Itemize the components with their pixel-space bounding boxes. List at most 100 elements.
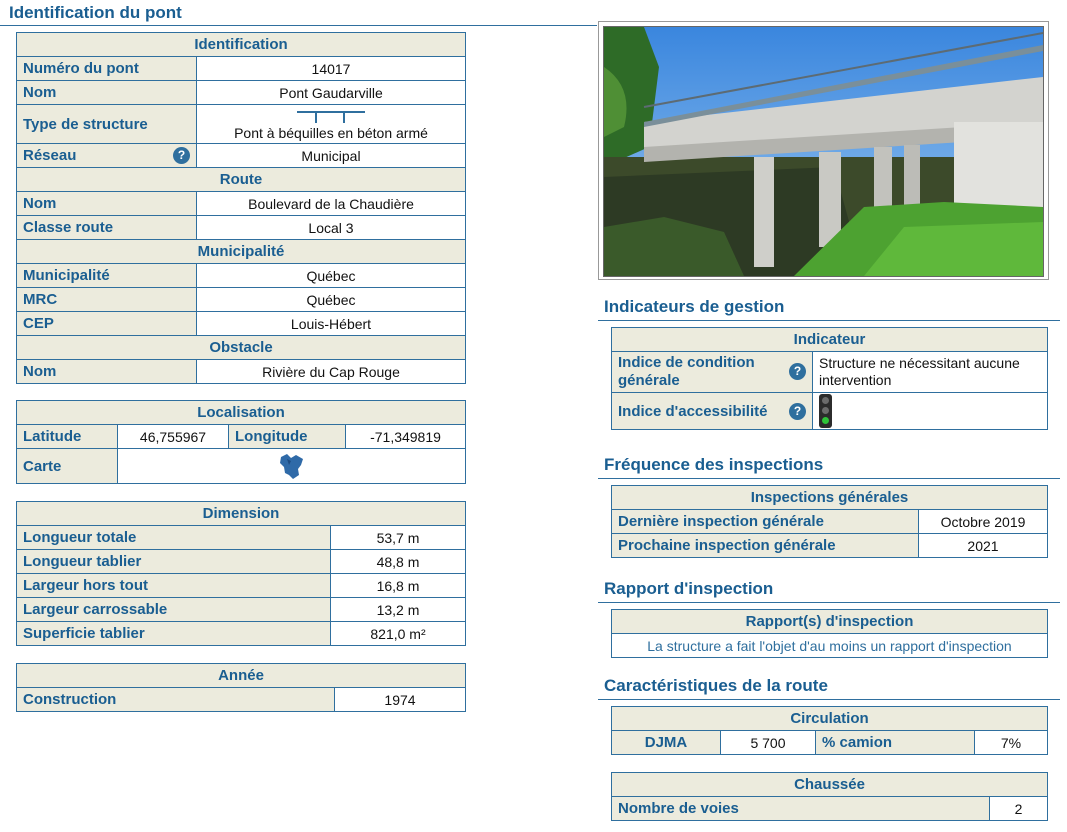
total-length-value: 53,7 m [330, 525, 466, 550]
route-header: Route [16, 167, 466, 192]
localisation-header: Localisation [16, 400, 466, 425]
dimension-table: Dimension Longueur totale 53,7 m Longueu… [16, 501, 466, 646]
roadway-table: Chaussée Nombre de voies 2 [611, 772, 1048, 821]
deck-length-label: Longueur tablier [16, 549, 331, 574]
route-class-label: Classe route [16, 215, 197, 240]
condition-index-label-text: Indice de condition générale [618, 354, 755, 389]
road-characteristics-title: Caractéristiques de la route [604, 676, 828, 695]
bridge-photo[interactable] [603, 26, 1044, 277]
identification-table: Identification Numéro du pont 14017 Nom … [16, 32, 466, 384]
inspection-report-rule [598, 602, 1060, 603]
year-header: Année [16, 663, 466, 688]
network-value: Municipal [196, 143, 466, 168]
djma-value: 5 700 [720, 730, 816, 755]
network-label: Réseau ? [16, 143, 197, 168]
accessibility-index-value [812, 392, 1048, 430]
lane-count-label: Nombre de voies [611, 796, 990, 821]
truck-percent-label: % camion [815, 730, 975, 755]
route-class-value: Local 3 [196, 215, 466, 240]
indicator-table: Indicateur ? Indice de condition général… [611, 327, 1048, 430]
overall-width-value: 16,8 m [330, 573, 466, 598]
traffic-light-yellow-off [822, 407, 829, 414]
roadway-header: Chaussée [611, 772, 1048, 797]
management-indicators-title: Indicateurs de gestion [604, 297, 785, 316]
route-name-label: Nom [16, 191, 197, 216]
rigid-frame-bridge-icon [297, 111, 365, 123]
identification-header: Identification [16, 32, 466, 57]
bridge-photo-image [604, 27, 1043, 276]
quebec-map-icon[interactable] [277, 451, 307, 481]
structure-type-cell: Pont à béquilles en béton armé [196, 104, 466, 144]
latitude-label: Latitude [16, 424, 118, 449]
lane-count-value: 2 [989, 796, 1048, 821]
route-name-value: Boulevard de la Chaudière [196, 191, 466, 216]
localisation-table: Localisation Latitude 46,755967 Longitud… [16, 400, 466, 484]
truck-percent-value: 7% [974, 730, 1048, 755]
inspection-report-header: Rapport(s) d'inspection [611, 609, 1048, 634]
accessibility-index-label: Indice d'accessibilité ? [611, 392, 813, 430]
mrc-label: MRC [16, 287, 197, 312]
structure-type-label: Type de structure [16, 104, 197, 144]
help-icon[interactable]: ? [173, 147, 190, 164]
accessibility-index-label-text: Indice d'accessibilité [618, 402, 768, 420]
construction-label: Construction [16, 687, 335, 712]
indicator-header: Indicateur [611, 327, 1048, 352]
obstacle-name-label: Nom [16, 359, 197, 384]
cep-value: Louis-Hébert [196, 311, 466, 336]
obstacle-name-value: Rivière du Cap Rouge [196, 359, 466, 384]
traffic-table: Circulation DJMA 5 700 % camion 7% [611, 706, 1048, 755]
page-title-rule [0, 25, 597, 26]
page-title: Identification du pont [9, 3, 182, 22]
map-label: Carte [16, 448, 118, 484]
help-icon[interactable]: ? [789, 363, 806, 380]
next-inspection-value: 2021 [918, 533, 1048, 558]
municipality-value: Québec [196, 263, 466, 288]
mrc-value: Québec [196, 287, 466, 312]
general-inspections-header: Inspections générales [611, 485, 1048, 510]
deck-area-label: Superficie tablier [16, 621, 331, 646]
traffic-light-red-off [822, 397, 829, 404]
management-indicators-rule [598, 320, 1060, 321]
road-characteristics-rule [598, 699, 1060, 700]
help-icon[interactable]: ? [789, 402, 806, 420]
inspection-report-note[interactable]: La structure a fait l'objet d'au moins u… [611, 633, 1048, 658]
traffic-light-green-on [822, 417, 829, 424]
municipality-label: Municipalité [16, 263, 197, 288]
bridge-number-label: Numéro du pont [16, 56, 197, 81]
bridge-name-value: Pont Gaudarville [196, 80, 466, 105]
longitude-value: -71,349819 [345, 424, 466, 449]
deck-length-value: 48,8 m [330, 549, 466, 574]
longitude-label: Longitude [228, 424, 346, 449]
bridge-name-label: Nom [16, 80, 197, 105]
inspection-frequency-rule [598, 478, 1060, 479]
network-label-text: Réseau [23, 147, 77, 164]
map-cell [117, 448, 466, 484]
year-table: Année Construction 1974 [16, 663, 466, 712]
traffic-header: Circulation [611, 706, 1048, 731]
bridge-photo-frame [598, 21, 1049, 280]
deck-area-value: 821,0 m² [330, 621, 466, 646]
next-inspection-label: Prochaine inspection générale [611, 533, 919, 558]
inspection-frequency-table: Inspections générales Dernière inspectio… [611, 485, 1048, 558]
condition-index-label: ? Indice de condition générale [611, 351, 813, 393]
structure-type-value: Pont à béquilles en béton armé [234, 125, 428, 141]
condition-index-value: Structure ne nécessitant aucune interven… [812, 351, 1048, 393]
dimension-header: Dimension [16, 501, 466, 526]
total-length-label: Longueur totale [16, 525, 331, 550]
inspection-frequency-title: Fréquence des inspections [604, 455, 824, 474]
municipality-header: Municipalité [16, 239, 466, 264]
djma-label: DJMA [611, 730, 721, 755]
inspection-report-table: Rapport(s) d'inspection La structure a f… [611, 609, 1048, 658]
obstacle-header: Obstacle [16, 335, 466, 360]
overall-width-label: Largeur hors tout [16, 573, 331, 598]
last-inspection-label: Dernière inspection générale [611, 509, 919, 534]
inspection-report-title: Rapport d'inspection [604, 579, 774, 598]
roadway-width-label: Largeur carrossable [16, 597, 331, 622]
latitude-value: 46,755967 [117, 424, 229, 449]
last-inspection-value: Octobre 2019 [918, 509, 1048, 534]
traffic-light-icon [819, 394, 832, 428]
bridge-number-value: 14017 [196, 56, 466, 81]
cep-label: CEP [16, 311, 197, 336]
roadway-width-value: 13,2 m [330, 597, 466, 622]
construction-value: 1974 [334, 687, 466, 712]
